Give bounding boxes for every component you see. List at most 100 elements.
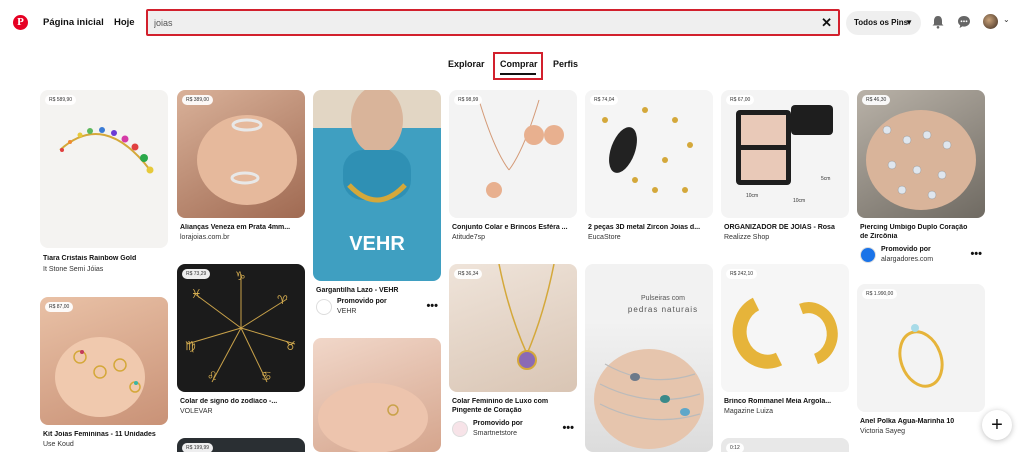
pin-image[interactable]: Pulseiras com pedras naturais <box>585 264 713 452</box>
price-badge: R$ 242,10 <box>726 269 758 279</box>
belly-piercings-image <box>866 110 976 210</box>
more-options-icon[interactable]: ••• <box>970 248 982 260</box>
pinterest-logo-icon[interactable]: P <box>13 15 28 30</box>
search-input[interactable] <box>154 16 794 30</box>
vehr-image-text: VEHR <box>349 233 405 255</box>
svg-text:♌: ♌ <box>207 369 218 383</box>
brand-avatar[interactable] <box>860 247 876 263</box>
filter-label: Todos os Pins <box>854 18 909 27</box>
notifications-bell-icon[interactable] <box>931 15 945 29</box>
pin-card[interactable]: R$ 74,04 2 peças 3D metal Zircon Joias d… <box>585 90 713 245</box>
pin-title[interactable]: Anel Polka Água-Marinha 10 <box>860 418 984 425</box>
pin-image[interactable]: VEHR <box>313 90 441 281</box>
pin-card[interactable]: 0:12 <box>721 438 849 452</box>
pin-seller[interactable]: Atitude7sp <box>452 234 485 241</box>
pin-card[interactable]: R$ 242,10 Brinco Rommanel Meia Argola...… <box>721 264 849 419</box>
pin-image[interactable] <box>449 90 577 218</box>
nav-today-link[interactable]: Hoje <box>114 17 135 28</box>
pin-card[interactable]: ♑ ♈ ♉ ♋ ♌ ♍ ♓ R$ 73,29 Colar de signo do zodí… <box>177 264 305 419</box>
pin-title[interactable]: ORGANIZADOR DE JOIAS - Rosa <box>724 224 848 231</box>
pin-title[interactable]: Conjunto Colar e Brincos Esféra ... <box>452 224 576 231</box>
brand-name[interactable]: Smartnetstore <box>473 430 517 437</box>
price-badge: R$ 389,00 <box>182 95 214 105</box>
pin-card[interactable]: VEHR Gargantilha Lazo - VEHR Promovido p… <box>313 90 441 325</box>
heart-pendant-image <box>498 264 555 370</box>
promoted-row[interactable]: Promovido por Smartnetstore ••• <box>452 419 576 441</box>
pin-title[interactable]: Kit Joias Femininas - 11 Unidades <box>43 431 167 438</box>
add-plus-button[interactable]: + <box>982 410 1012 440</box>
tab-perfis[interactable]: Perfis <box>553 59 578 69</box>
brand-name[interactable]: alargadores.com <box>881 256 933 263</box>
pin-image[interactable] <box>585 90 713 218</box>
more-options-icon[interactable]: ••• <box>562 422 574 434</box>
clear-search-icon[interactable]: ✕ <box>821 15 832 30</box>
pin-image[interactable] <box>857 284 985 412</box>
svg-text:♈: ♈ <box>277 293 288 307</box>
pin-title[interactable]: Gargantilha Lazo - VEHR <box>316 287 440 294</box>
pin-seller[interactable]: It Stone Semi Jóias <box>43 266 103 273</box>
price-badge: R$ 46,30 <box>862 95 891 105</box>
pin-title[interactable]: Alianças Veneza em Prata 4mm... <box>180 224 304 231</box>
messages-chat-icon[interactable] <box>957 15 971 29</box>
pin-image[interactable] <box>40 90 168 248</box>
pin-title[interactable]: Colar de signo do zodíaco -... <box>180 398 304 405</box>
pin-filter-dropdown[interactable]: Todos os Pins ▼ <box>846 11 921 35</box>
pin-title[interactable]: 2 peças 3D metal Zircon Joias d... <box>588 224 712 231</box>
promoted-row[interactable]: Promovido por VEHR ••• <box>316 297 440 319</box>
search-bar[interactable]: ✕ <box>146 9 840 36</box>
nav-home-link[interactable]: Página inicial <box>43 17 104 28</box>
tab-explorar[interactable]: Explorar <box>448 59 485 69</box>
pin-image[interactable] <box>177 90 305 218</box>
pin-seller[interactable]: Realizze Shop <box>724 234 769 241</box>
pin-title[interactable]: Piercing Umbigo Duplo Coração <box>860 224 984 231</box>
account-chevron-down-icon[interactable]: ⌄ <box>1003 15 1010 24</box>
pin-image[interactable] <box>857 90 985 218</box>
pin-card[interactable]: R$ 389,00 Alianças Veneza em Prata 4mm..… <box>177 90 305 245</box>
pin-title[interactable]: Tiara Cristais Rainbow Gold <box>43 255 167 262</box>
pin-card[interactable]: 5cm 10cm 10cm R$ 67,00 ORGANIZADOR DE JO… <box>721 90 849 245</box>
pin-card[interactable] <box>313 338 441 452</box>
pin-seller[interactable]: VOLEVAR <box>180 408 213 415</box>
pin-card[interactable]: Pulseiras com pedras naturais <box>585 264 713 452</box>
image-text-line2: pedras naturais <box>628 305 698 314</box>
pin-card[interactable]: R$ 87,00 Kit Joias Femininas - 11 Unidad… <box>40 297 168 452</box>
pin-seller[interactable]: lorajoias.com.br <box>180 234 229 241</box>
pin-title[interactable]: Brinco Rommanel Meia Argola... <box>724 398 848 405</box>
jewelry-organizer-image: 5cm 10cm 10cm <box>736 105 833 204</box>
pin-card[interactable]: R$ 98,99 Conjunto Colar e Brincos Esféra… <box>449 90 577 245</box>
pin-image[interactable] <box>40 297 168 425</box>
brand-avatar[interactable] <box>316 299 332 315</box>
tab-active-underline <box>500 73 536 75</box>
price-badge: R$ 73,29 <box>182 269 211 279</box>
brand-avatar[interactable] <box>452 421 468 437</box>
pin-card[interactable]: R$ 46,30 Piercing Umbigo Duplo Coração d… <box>857 90 985 270</box>
sphere-jewelry-set-image <box>478 99 564 198</box>
pin-title-line2[interactable]: Pingente de Coração <box>452 407 576 414</box>
price-badge: R$ 589,90 <box>45 95 77 105</box>
pin-seller[interactable]: Magazine Luiza <box>724 408 773 415</box>
pin-title-line2[interactable]: de Zircônia <box>860 233 984 240</box>
pin-image[interactable] <box>721 264 849 392</box>
pin-image[interactable] <box>449 264 577 392</box>
pin-card[interactable]: R$ 36,34 Colar Feminino de Luxo com Ping… <box>449 264 577 444</box>
pin-card[interactable]: R$ 589,90 Tiara Cristais Rainbow Gold It… <box>40 90 168 275</box>
dimension-label: 10cm <box>793 198 805 204</box>
tab-comprar[interactable]: Comprar <box>500 59 538 69</box>
header: P Página inicial Hoje ✕ Todos os Pins ▼ … <box>0 0 1024 46</box>
pin-seller[interactable]: Use Koud <box>43 441 74 448</box>
brand-name[interactable]: VEHR <box>337 308 356 315</box>
dimension-label: 5cm <box>821 176 830 182</box>
pin-image[interactable]: 5cm 10cm 10cm <box>721 90 849 218</box>
user-avatar[interactable] <box>983 14 998 29</box>
pin-seller[interactable]: EucaStore <box>588 234 621 241</box>
promoted-row[interactable]: Promovido por alargadores.com ••• <box>860 245 984 267</box>
pin-seller[interactable]: Victoria Sayeg <box>860 428 905 435</box>
pin-title[interactable]: Colar Feminino de Luxo com <box>452 398 576 405</box>
pin-card[interactable]: R$ 1.990,00 Anel Polka Água-Marinha 10 V… <box>857 284 985 439</box>
pin-image[interactable]: ♑ ♈ ♉ ♋ ♌ ♍ ♓ <box>177 264 305 392</box>
more-options-icon[interactable]: ••• <box>426 300 438 312</box>
pin-image[interactable] <box>313 338 441 452</box>
price-badge: R$ 1.990,00 <box>862 289 898 299</box>
rings-hand-image <box>55 337 145 417</box>
pin-card[interactable]: R$ 199,99 <box>177 438 305 452</box>
